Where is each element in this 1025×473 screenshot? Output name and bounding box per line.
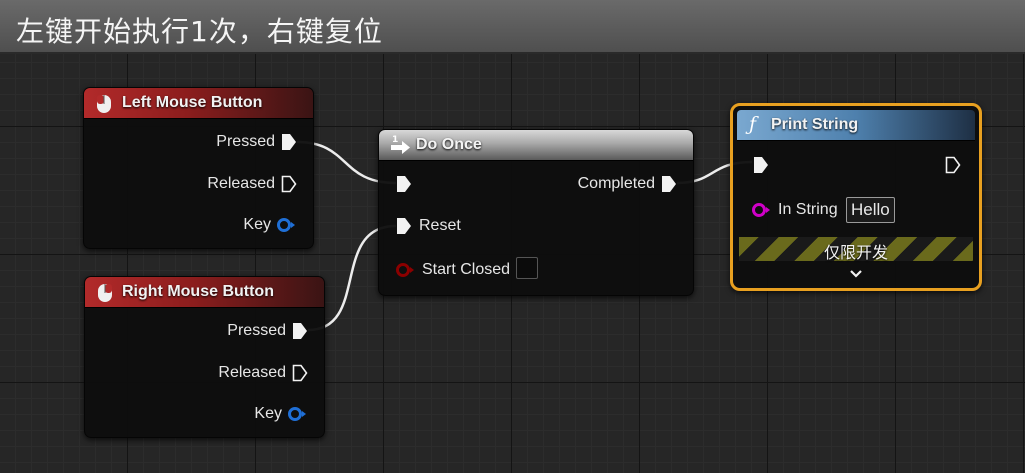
node-header[interactable]: 1 Do Once [379,130,693,161]
node-title: Right Mouse Button [122,283,274,300]
in-string-input[interactable]: Hello [846,197,895,223]
left-mouse-button-node[interactable]: Left Mouse Button Pressed Released Key [83,87,314,249]
print-string-node[interactable]: ƒ Print String In String Hello 仅限开发 [730,103,982,291]
mouse-icon [97,95,111,113]
node-header[interactable]: Left Mouse Button [84,88,313,119]
function-icon: ƒ [749,113,757,135]
exec-in-pin-icon[interactable] [753,156,769,174]
exec-out-pin-icon[interactable] [661,175,677,193]
reset-exec-in-pin-icon[interactable] [396,217,412,235]
node-title: Left Mouse Button [122,94,263,111]
node-title: Do Once [416,136,482,153]
string-pin-icon[interactable] [751,202,771,218]
bool-pin-icon[interactable] [395,262,415,278]
pressed-label: Pressed [227,322,286,339]
key-pin-icon[interactable] [276,217,296,233]
exec-out-pin-filled-icon[interactable] [281,133,297,151]
in-string-label: In String [778,201,838,218]
do-once-node[interactable]: 1 Do Once Completed Reset Start Closed [378,129,694,296]
exec-in-pin-icon[interactable] [396,175,412,193]
node-header[interactable]: ƒ Print String [737,110,975,141]
key-label: Key [243,216,271,233]
key-label: Key [254,405,282,422]
start-closed-label: Start Closed [422,261,511,278]
key-pin-icon[interactable] [287,406,307,422]
completed-label: Completed [577,175,655,192]
exec-out-pin-empty-icon[interactable] [281,175,297,193]
development-only-label: 仅限开发 [823,243,888,262]
node-title: Print String [771,116,859,133]
right-mouse-button-node[interactable]: Right Mouse Button Pressed Released Key [84,276,325,438]
exec-out-pin-empty-icon[interactable] [945,156,961,174]
released-label: Released [218,364,286,381]
exec-out-pin-filled-icon[interactable] [292,322,308,340]
svg-text:1: 1 [392,135,398,145]
released-label: Released [207,175,275,192]
mouse-icon [98,284,112,302]
do-once-icon: 1 [391,135,410,154]
node-header[interactable]: Right Mouse Button [85,277,324,308]
chevron-down-icon[interactable] [849,269,863,279]
reset-label: Reset [419,217,461,234]
start-closed-checkbox[interactable] [516,257,538,279]
exec-out-pin-empty-icon[interactable] [292,364,308,382]
pressed-label: Pressed [216,133,275,150]
